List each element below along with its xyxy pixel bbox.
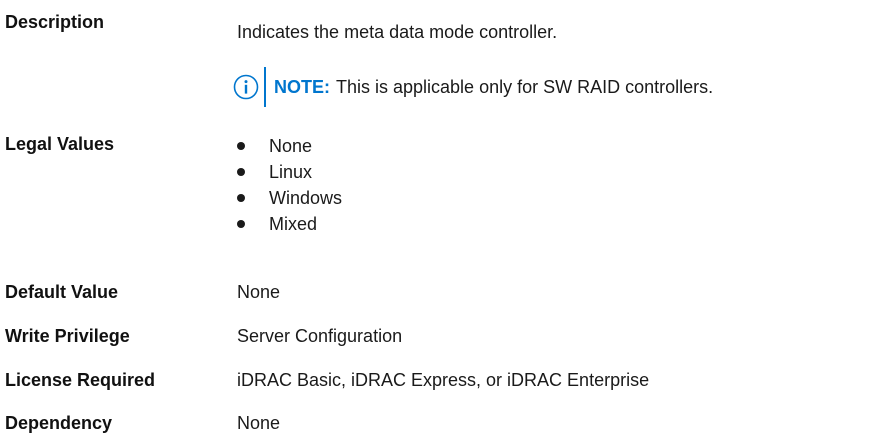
- list-item: Linux: [237, 159, 342, 185]
- legal-value-windows: Windows: [269, 188, 343, 208]
- info-circle-icon: [233, 74, 259, 100]
- dependency-text: None: [237, 413, 281, 433]
- write-privilege-text: Server Configuration: [237, 326, 403, 346]
- legal-values-list: None Linux Windows Mixed: [237, 133, 342, 237]
- list-item: None: [237, 133, 342, 159]
- legal-value-linux: Linux: [269, 162, 313, 182]
- note-callout: NOTE: This is applicable only for SW RAI…: [233, 67, 713, 107]
- note-divider: [264, 67, 266, 107]
- license-required-label: License Required: [5, 370, 156, 390]
- list-item: Windows: [237, 185, 342, 211]
- default-value-label: Default Value: [5, 282, 119, 302]
- license-required-text: iDRAC Basic, iDRAC Express, or iDRAC Ent…: [237, 370, 650, 390]
- dependency-label: Dependency: [5, 413, 113, 433]
- list-item: Mixed: [237, 211, 342, 237]
- bullet-icon: [237, 194, 245, 202]
- legal-values-label: Legal Values: [5, 134, 115, 154]
- legal-value-mixed: Mixed: [269, 214, 318, 234]
- write-privilege-label: Write Privilege: [5, 326, 130, 346]
- note-label: NOTE:: [274, 76, 330, 97]
- bullet-icon: [237, 142, 245, 150]
- description-text: Indicates the meta data mode controller.: [237, 22, 558, 42]
- description-label: Description: [5, 12, 105, 32]
- legal-value-none: None: [269, 136, 313, 156]
- bullet-icon: [237, 168, 245, 176]
- note-text: This is applicable only for SW RAID cont…: [336, 76, 714, 97]
- bullet-icon: [237, 220, 245, 228]
- default-value-text: None: [237, 282, 281, 302]
